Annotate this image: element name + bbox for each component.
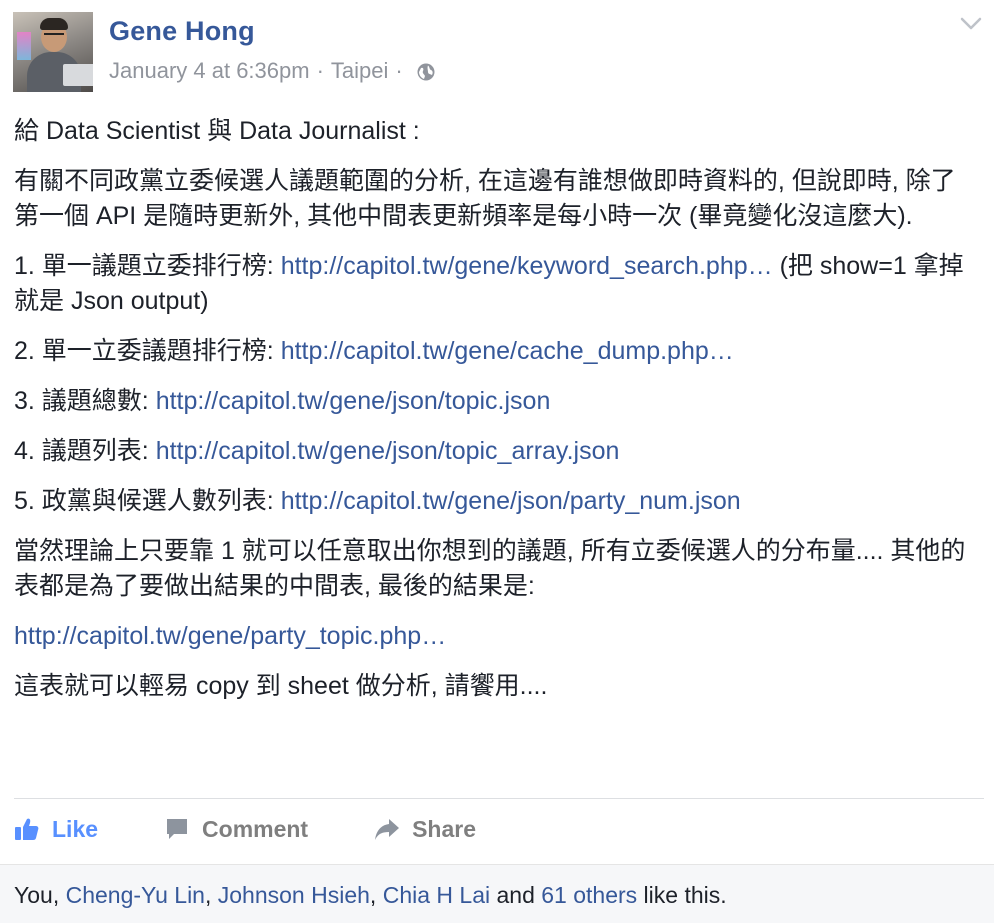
api-link[interactable]: http://capitol.tw/gene/json/topic.json: [156, 387, 551, 415]
list-item-label: 1. 單一議題立委排行榜:: [14, 252, 281, 280]
list-item-label: 5. 政黨與候選人數列表:: [14, 487, 281, 515]
liker-link[interactable]: Johnson Hsieh: [218, 882, 370, 908]
post-meta: January 4 at 6:36pm · Taipei ·: [109, 58, 436, 84]
divider: [14, 798, 984, 799]
comment-icon: [167, 819, 188, 839]
chevron-down-icon[interactable]: [960, 17, 982, 31]
post-actions: Like Comment Share: [14, 806, 542, 852]
list-item: 1. 單一議題立委排行榜: http://capitol.tw/gene/key…: [14, 249, 974, 319]
likes-separator: ,: [204, 882, 218, 908]
list-item-label: 3. 議題總數:: [14, 387, 156, 415]
list-item: 2. 單一立委議題排行榜: http://capitol.tw/gene/cac…: [14, 334, 974, 369]
share-icon: [375, 819, 400, 840]
post-intro: 給 Data Scientist 與 Data Journalist :: [14, 117, 420, 145]
api-link[interactable]: http://capitol.tw/gene/cache_dump.php…: [281, 337, 734, 365]
post-location[interactable]: Taipei: [331, 58, 388, 84]
api-link[interactable]: http://capitol.tw/gene/json/party_num.js…: [281, 487, 741, 515]
others-link[interactable]: 61 others: [541, 882, 637, 908]
liker-link[interactable]: Cheng-Yu Lin: [66, 882, 205, 908]
thumbs-up-icon: [15, 818, 39, 840]
likes-and: and: [490, 882, 542, 908]
list-item: 3. 議題總數: http://capitol.tw/gene/json/top…: [14, 384, 974, 419]
likes-separator: ,: [369, 882, 383, 908]
post-header: Gene Hong January 4 at 6:36pm · Taipei ·: [0, 0, 994, 100]
like-button[interactable]: Like: [14, 816, 98, 843]
likes-you: You,: [14, 882, 66, 908]
likes-summary: You, Cheng-Yu Lin, Johnson Hsieh, Chia H…: [0, 864, 994, 923]
meta-separator: ·: [395, 58, 403, 83]
list-item: 4. 議題列表: http://capitol.tw/gene/json/top…: [14, 434, 974, 469]
list-item: 5. 政黨與候選人數列表: http://capitol.tw/gene/jso…: [14, 484, 974, 519]
globe-icon[interactable]: [416, 62, 436, 82]
comment-label: Comment: [202, 815, 309, 842]
likes-text: You, Cheng-Yu Lin, Johnson Hsieh, Chia H…: [14, 882, 727, 909]
api-link[interactable]: http://capitol.tw/gene/keyword_search.ph…: [281, 252, 773, 280]
author-name[interactable]: Gene Hong: [109, 16, 255, 47]
share-label: Share: [412, 815, 477, 842]
meta-separator: ·: [316, 58, 324, 83]
avatar[interactable]: [13, 12, 93, 92]
share-button[interactable]: Share: [374, 816, 476, 843]
post-summary: 當然理論上只要靠 1 就可以任意取出你想到的議題, 所有立委候選人的分布量...…: [14, 537, 966, 600]
post-description: 有關不同政黨立委候選人議題範圍的分析, 在這邊有誰想做即時資料的, 但說即時, …: [14, 167, 956, 230]
likes-suffix: like this.: [637, 882, 727, 908]
result-link[interactable]: http://capitol.tw/gene/party_topic.php…: [14, 622, 446, 650]
api-link[interactable]: http://capitol.tw/gene/json/topic_array.…: [156, 437, 620, 465]
like-label: Like: [52, 815, 99, 842]
post-closing: 這表就可以輕易 copy 到 sheet 做分析, 請饗用....: [14, 672, 548, 700]
list-item-label: 4. 議題列表:: [14, 437, 156, 465]
comment-button[interactable]: Comment: [164, 816, 308, 843]
post-timestamp[interactable]: January 4 at 6:36pm: [109, 58, 310, 84]
liker-link[interactable]: Chia H Lai: [383, 882, 490, 908]
post-body: 給 Data Scientist 與 Data Journalist : 有關不…: [14, 114, 974, 719]
list-item-label: 2. 單一立委議題排行榜:: [14, 337, 281, 365]
